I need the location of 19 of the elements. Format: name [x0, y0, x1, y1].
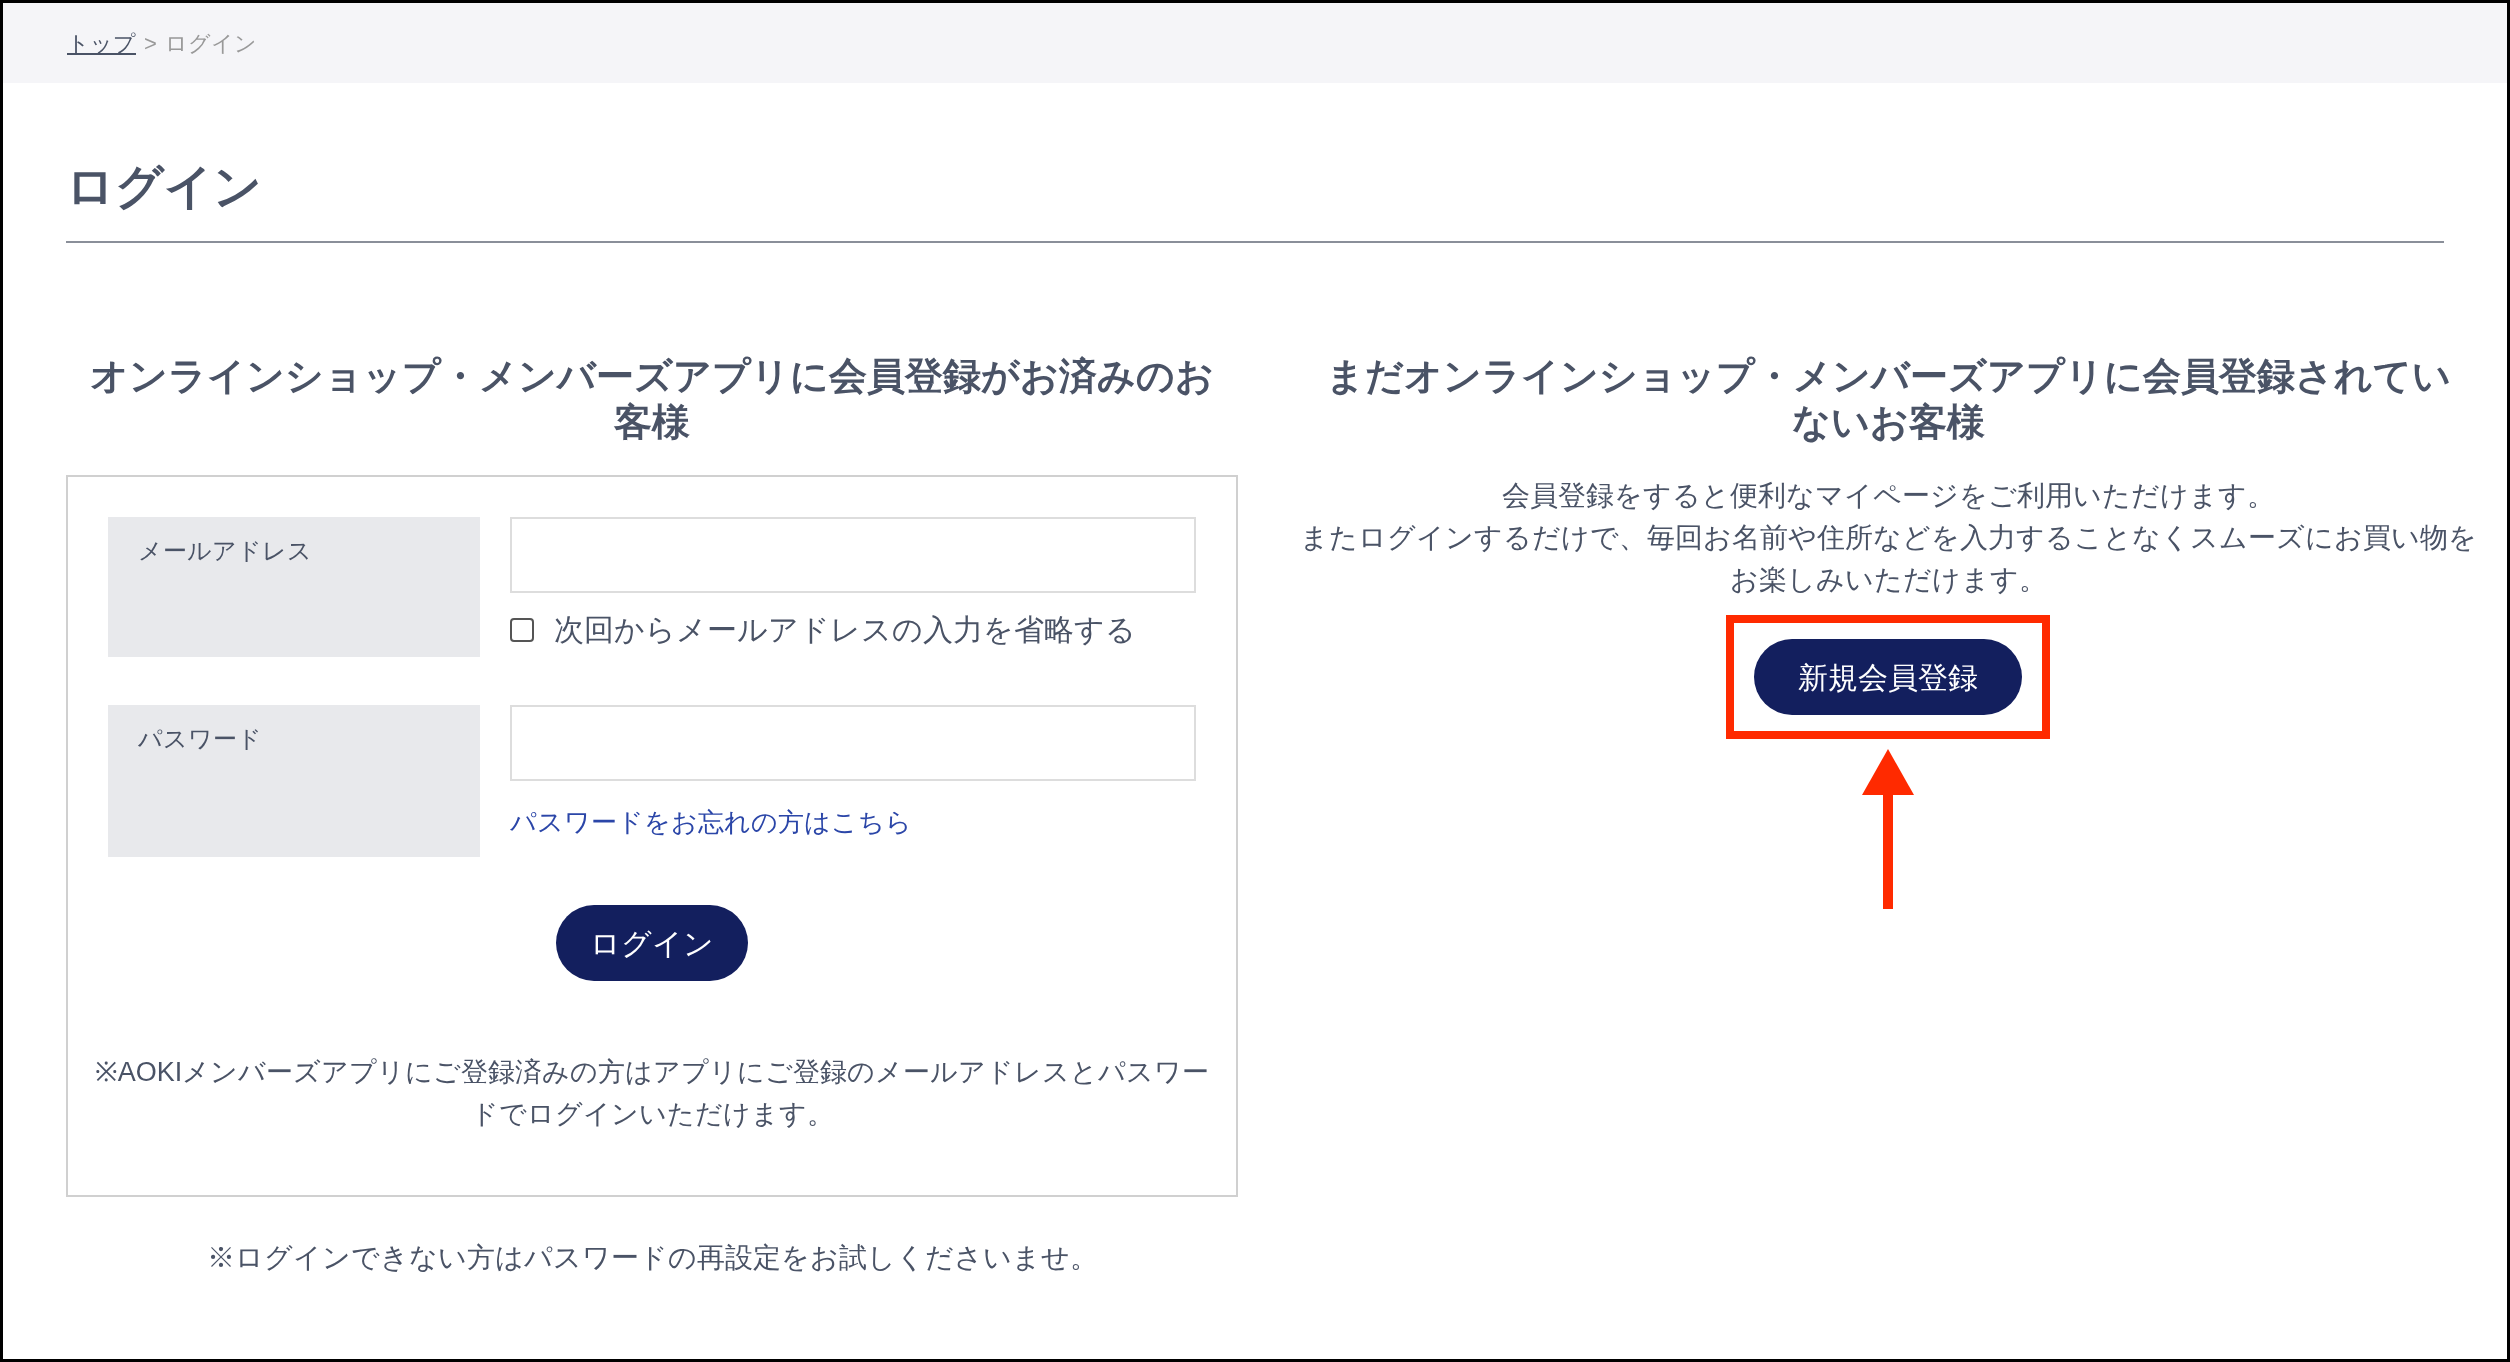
login-note: ※AOKIメンバーズアプリにご登録済みの方はアプリにご登録のメールアドレスとパスワードでログインいただけます。 [93, 1056, 1211, 1131]
section-heading: オンラインショップ・メンバーズアプリに会員登録がお済みのお客様 [89, 354, 1215, 445]
breadcrumb-link[interactable]: トップ [67, 26, 136, 60]
breadcrumb-separator: > [144, 29, 157, 58]
breadcrumb-current: ログイン [164, 29, 257, 58]
register-button[interactable]: 新規会員登録 [1754, 639, 2022, 715]
checkbox[interactable] [510, 617, 534, 642]
email-input-field[interactable] [510, 517, 1196, 593]
page-title: ログイン [66, 159, 263, 215]
description-text: 会員登録をすると便利なマイページをご利用いただけます。 [1500, 479, 2276, 513]
description-text: またログインするだけで、毎回お名前や住所などを入力することなくスムーズにお買い物をお楽しみいただけます。 [1298, 521, 2478, 597]
field-label: パスワード [108, 705, 480, 857]
field-label: メールアドレス [108, 517, 480, 657]
forgot-password-link[interactable]: パスワードをお忘れの方はこちら [510, 803, 1196, 842]
section-heading: まだオンラインショップ・メンバーズアプリに会員登録されていないお客様 [1324, 354, 2452, 445]
checkbox-label: 次回からメールアドレスの入力を省略する [554, 612, 1136, 648]
login-button[interactable]: ログイン [556, 905, 748, 981]
password-input-field[interactable] [510, 705, 1196, 781]
login-footnote: ※ログインできない方はパスワードの再設定をお試しくださいませ。 [206, 1241, 1098, 1275]
